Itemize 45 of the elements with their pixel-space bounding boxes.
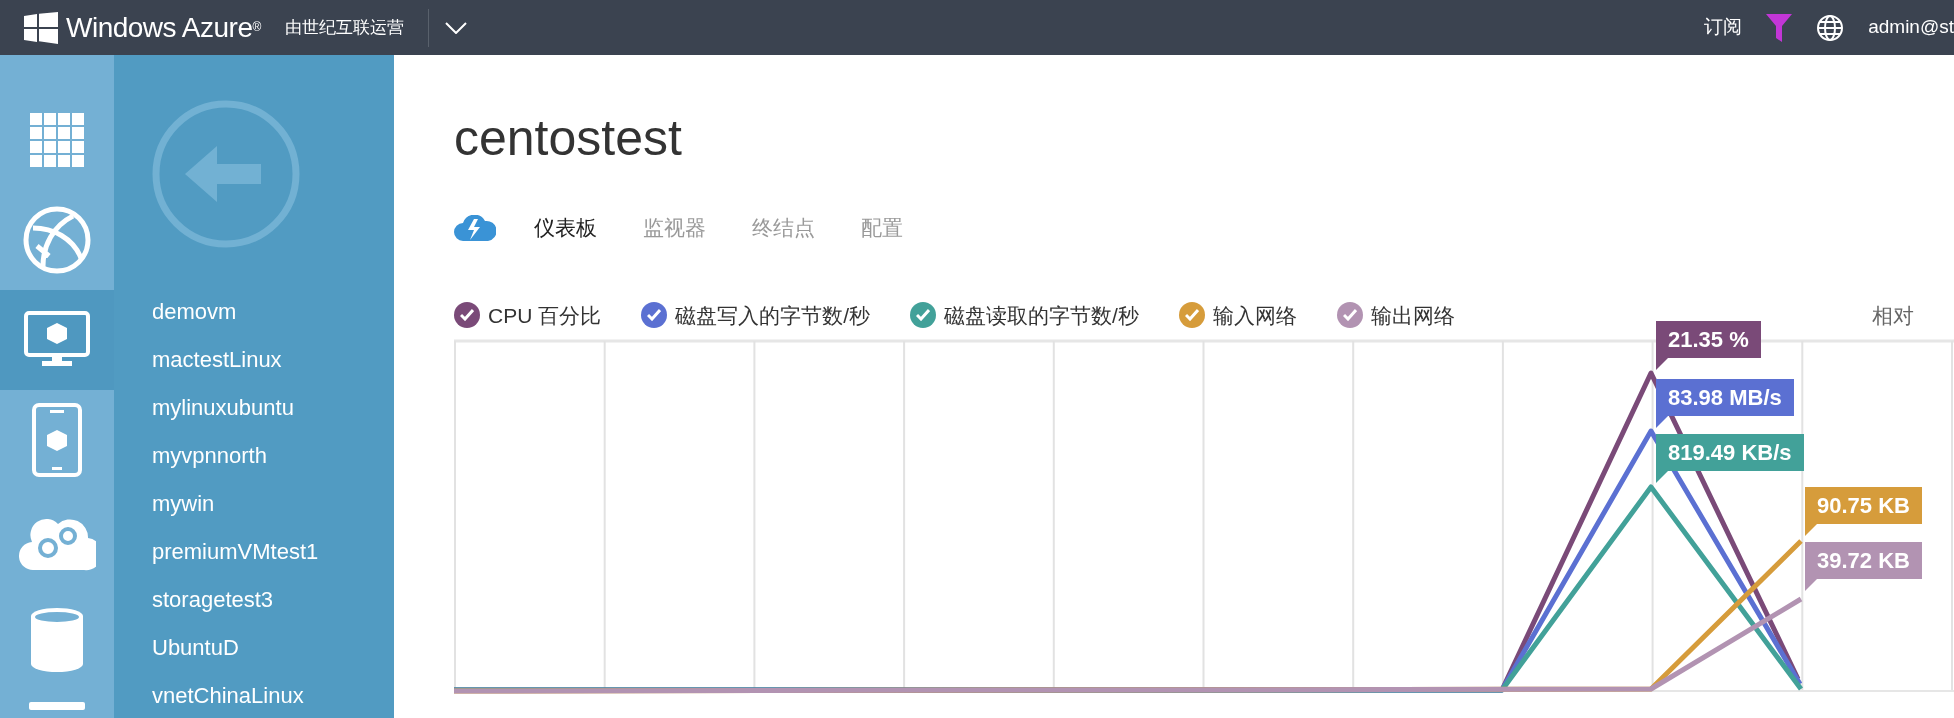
vm-list-item[interactable]: mactestLinux — [114, 336, 394, 384]
check-icon — [1342, 309, 1357, 322]
user-name[interactable]: admin@st — [1868, 13, 1954, 42]
legend-label: 磁盘读取的字节数/秒 — [944, 302, 1139, 329]
scale-label[interactable]: 相对 — [1872, 299, 1914, 331]
page-title: centostest — [454, 109, 683, 168]
brand-name[interactable]: Windows Azure$^{®}$ — [66, 6, 261, 49]
legend-label: 输出网络 — [1370, 302, 1455, 329]
tab[interactable]: 监视器 — [643, 212, 706, 244]
monitor-icon[interactable] — [24, 311, 90, 369]
vm-list-item[interactable]: vnetChinaLinux — [114, 672, 394, 718]
check-icon — [1184, 309, 1199, 322]
check-icon — [916, 309, 931, 322]
legend-label: 磁盘写入的字节数/秒 — [675, 302, 871, 329]
legend-label: 输入网络 — [1212, 302, 1297, 329]
tab[interactable]: 终结点 — [752, 212, 815, 244]
windows-logo-icon — [24, 11, 58, 44]
tooltip-pointer — [1805, 579, 1817, 591]
grid-icon[interactable] — [30, 113, 84, 167]
cloud-bolt-icon — [454, 214, 496, 241]
checkbox[interactable] — [910, 302, 937, 329]
vm-list-item[interactable]: mywin — [114, 480, 394, 528]
chevron-down-icon[interactable] — [444, 21, 467, 34]
tab[interactable]: 配置 — [861, 212, 903, 244]
checkbox[interactable] — [641, 302, 668, 329]
vm-list-item[interactable]: mylinuxubuntu — [114, 384, 394, 432]
check-icon — [460, 309, 474, 322]
check-icon — [647, 309, 662, 322]
tooltip-pointer — [1656, 471, 1668, 483]
checkbox[interactable] — [1336, 302, 1363, 329]
phone-icon[interactable] — [32, 403, 82, 477]
database-icon[interactable] — [31, 608, 83, 672]
globe-icon[interactable] — [1816, 13, 1845, 42]
vm-list-item[interactable]: premiumVMtest1 — [114, 528, 394, 576]
subscriptions-link[interactable]: 订阅 — [1704, 13, 1743, 42]
operator-label: 由世纪互联运营 — [284, 16, 404, 39]
vm-list-item[interactable]: demovm — [114, 288, 394, 336]
vm-list-item[interactable]: storagetest3 — [114, 576, 394, 624]
checkbox[interactable] — [1178, 302, 1205, 329]
filter-icon[interactable] — [1766, 13, 1793, 42]
checkbox[interactable] — [454, 302, 480, 329]
vm-list-item[interactable]: UbuntuD — [114, 624, 394, 672]
tab[interactable]: 仪表板 — [534, 212, 597, 244]
legend-label: CPU 百分比 — [488, 302, 602, 329]
vm-list-item[interactable]: myvpnnorth — [114, 432, 394, 480]
